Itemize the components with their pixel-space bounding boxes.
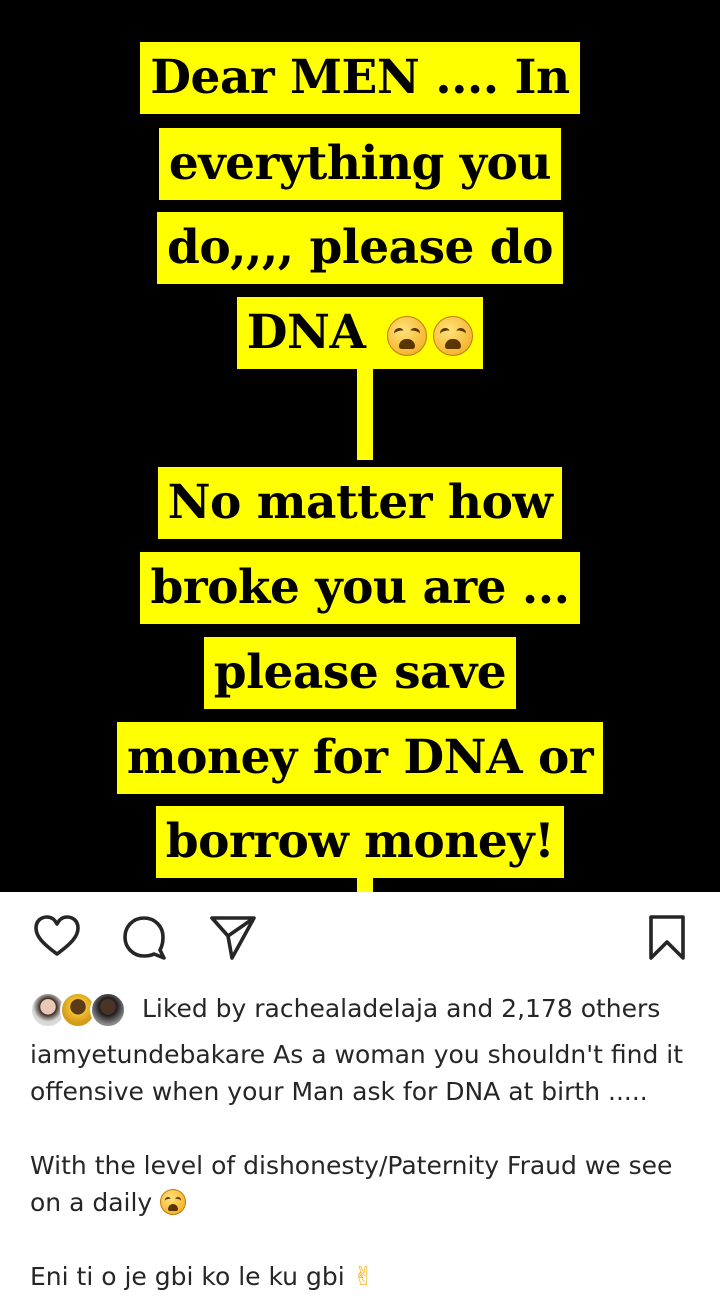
weary-face-emoji-icon [387, 316, 428, 356]
meme-text: do,,,, please do [156, 212, 564, 284]
meme-text: borrow money! [155, 806, 565, 878]
meme-text-with-emoji: DNA [236, 297, 484, 369]
weary-face-emoji-icon [433, 316, 474, 356]
caption-text: With the level of dishonesty/Paternity F… [30, 1151, 673, 1217]
comment-bubble-icon[interactable] [120, 912, 170, 962]
weary-face-emoji-icon [160, 1189, 187, 1215]
meme-line-6: broke you are ... [0, 552, 720, 624]
meme-text: money for DNA or [116, 722, 604, 794]
victory-hand-emoji-icon: ✌ [352, 1262, 375, 1292]
likes-prefix: Liked by [142, 993, 247, 1023]
post-action-bar [0, 892, 720, 982]
likes-summary[interactable]: Liked by rachealadelaja and 2,178 others [30, 988, 660, 1028]
caption-paragraph-3: Eni ti o je gbi ko le ku gbi ✌ [30, 1258, 700, 1296]
likes-count-link[interactable]: 2,178 others [501, 994, 660, 1023]
meme-text: please save [203, 637, 517, 709]
meme-line-1: Dear MEN .... In [0, 42, 720, 114]
caption-author-link[interactable]: iamyetundebakare [30, 1040, 265, 1069]
caption-paragraph-2: With the level of dishonesty/Paternity F… [30, 1147, 700, 1221]
meme-line-9: borrow money! [0, 806, 720, 878]
meme-line-8: money for DNA or [0, 722, 720, 794]
meme-line-2: everything you [0, 128, 720, 200]
meme-text: broke you are ... [140, 552, 580, 624]
meme-text: everything you [158, 128, 562, 200]
bookmark-icon[interactable] [642, 912, 692, 962]
caption-text: Eni ti o je gbi ko le ku gbi [30, 1262, 345, 1291]
liker-avatars [30, 990, 130, 1028]
likes-text: Liked by rachealadelaja and 2,178 others [142, 994, 660, 1023]
meme-line-7: please save [0, 637, 720, 709]
meme-line-4: DNA [0, 297, 720, 369]
yellow-connector-bar [357, 360, 373, 460]
meme-text: Dear MEN .... In [140, 42, 580, 114]
caption-paragraph-1: iamyetundebakare As a woman you shouldn'… [30, 1036, 700, 1110]
avatar [90, 992, 126, 1028]
meme-text: DNA [246, 305, 366, 360]
post-caption: iamyetundebakare As a woman you shouldn'… [30, 1036, 700, 1296]
meme-line-5: No matter how [0, 467, 720, 539]
post-image[interactable]: Dear MEN .... In everything you do,,,, p… [0, 0, 720, 892]
liker-username-link[interactable]: rachealadelaja [254, 994, 438, 1023]
meme-text: No matter how [157, 467, 563, 539]
meme-line-3: do,,,, please do [0, 212, 720, 284]
heart-icon[interactable] [32, 912, 82, 962]
likes-connector: and [446, 993, 494, 1023]
paper-plane-icon[interactable] [208, 912, 258, 962]
